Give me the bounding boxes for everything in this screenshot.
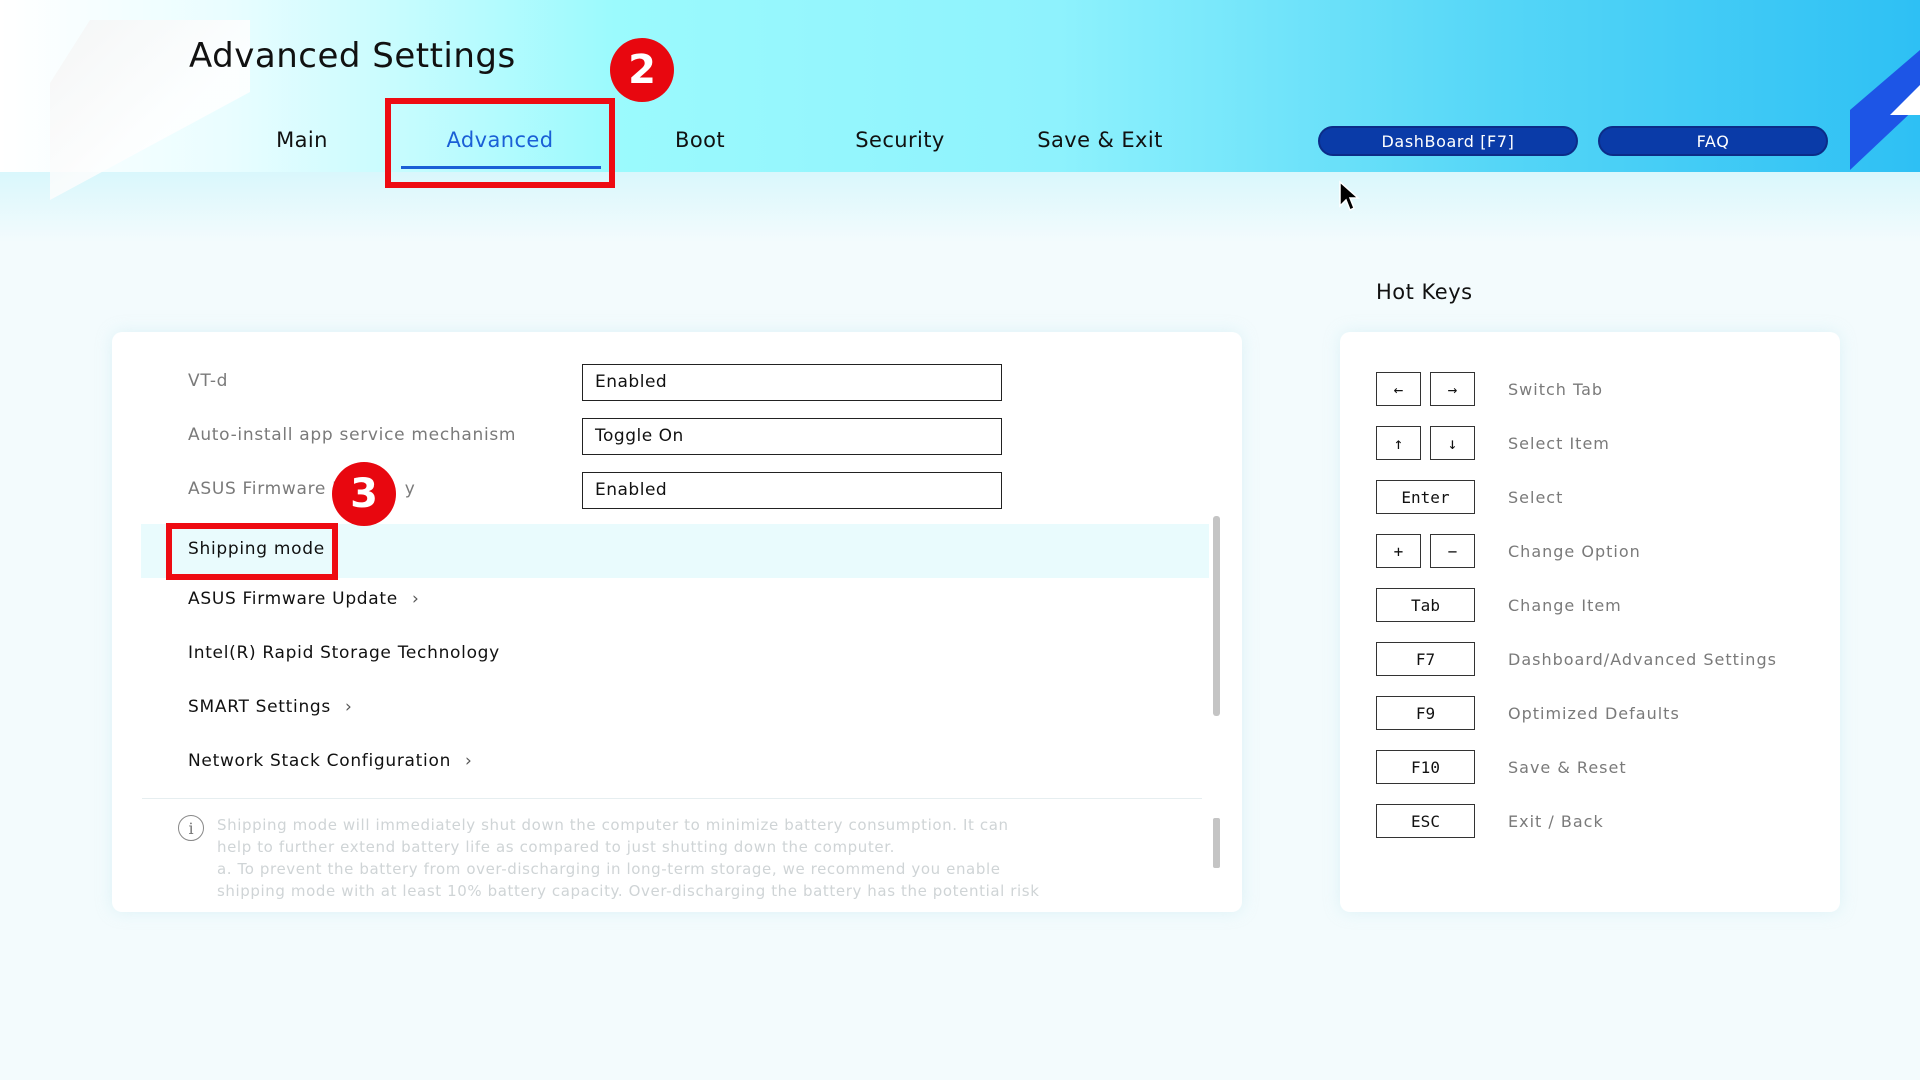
hotkey-row-select-item: ↑ ↓ Select Item — [1340, 426, 1840, 466]
chevron-right-icon: › — [344, 697, 353, 717]
help-line: a. To prevent the battery from over-disc… — [217, 860, 1001, 878]
arrow-right-key: → — [1430, 372, 1475, 406]
setting-row-auto-install[interactable]: Auto-install app service mechanism Toggl… — [112, 410, 1202, 464]
setting-row-smart-settings[interactable]: SMART Settings › — [112, 682, 1202, 736]
arrow-up-key: ↑ — [1376, 426, 1421, 460]
f7-key: F7 — [1376, 642, 1475, 676]
minus-key: − — [1430, 534, 1475, 568]
setting-row-network-stack[interactable]: Network Stack Configuration › — [112, 736, 1202, 790]
chevron-right-icon: › — [411, 589, 420, 609]
help-line: shipping mode with at least 10% battery … — [217, 882, 1040, 900]
tab-main[interactable]: Main — [272, 128, 332, 152]
tab-bar: Main Advanced Boot Security Save & Exit — [0, 112, 1300, 172]
annotation-box-shipping-mode — [166, 523, 338, 580]
hotkey-desc: Change Option — [1508, 542, 1641, 561]
hotkey-desc: Select — [1508, 488, 1564, 507]
hotkey-row-switch-tab: ← → Switch Tab — [1340, 372, 1840, 412]
setting-value-auto-install[interactable]: Toggle On — [582, 418, 1002, 455]
setting-value-vt-d[interactable]: Enabled — [582, 364, 1002, 401]
setting-row-asus-firmware-recovery[interactable]: ASUS Firmware Ry Enabled — [112, 464, 1202, 518]
annotation-badge-2: 2 — [610, 38, 674, 102]
hotkey-row-save-reset: F10 Save & Reset — [1340, 750, 1840, 790]
setting-label: SMART Settings › — [188, 697, 353, 717]
hotkeys-panel: ← → Switch Tab ↑ ↓ Select Item Enter Sel… — [1340, 332, 1840, 912]
hotkey-desc: Change Item — [1508, 596, 1622, 615]
enter-key: Enter — [1376, 480, 1475, 514]
help-divider — [142, 798, 1202, 799]
hotkey-row-change-item: Tab Change Item — [1340, 588, 1840, 628]
esc-key: ESC — [1376, 804, 1475, 838]
mouse-cursor-icon — [1339, 180, 1360, 212]
tab-key: Tab — [1376, 588, 1475, 622]
hotkey-row-exit-back: ESC Exit / Back — [1340, 804, 1840, 844]
plus-key: + — [1376, 534, 1421, 568]
help-text: Shipping mode will immediately shut down… — [217, 814, 1117, 902]
setting-label: ASUS Firmware Update › — [188, 589, 420, 609]
faq-button[interactable]: FAQ — [1598, 126, 1828, 156]
hotkey-row-select: Enter Select — [1340, 480, 1840, 520]
f10-key: F10 — [1376, 750, 1475, 784]
hotkey-desc: Dashboard/Advanced Settings — [1508, 650, 1777, 669]
setting-label: Intel(R) Rapid Storage Technology — [188, 643, 500, 663]
annotation-box-advanced-tab — [385, 98, 615, 188]
setting-label: Network Stack Configuration › — [188, 751, 473, 771]
help-scrollbar[interactable] — [1213, 818, 1220, 868]
setting-row-rapid-storage[interactable]: Intel(R) Rapid Storage Technology — [112, 628, 1202, 682]
help-line: Shipping mode will immediately shut down… — [217, 816, 1009, 834]
dashboard-button[interactable]: DashBoard [F7] — [1318, 126, 1578, 156]
settings-scrollbar[interactable] — [1213, 516, 1220, 716]
setting-row-vt-d[interactable]: VT-d Enabled — [112, 356, 1202, 410]
tab-save-exit[interactable]: Save & Exit — [1030, 128, 1170, 152]
hotkey-desc: Save & Reset — [1508, 758, 1627, 777]
annotation-badge-3: 3 — [332, 462, 396, 526]
arrow-left-key: ← — [1376, 372, 1421, 406]
tab-boot[interactable]: Boot — [660, 128, 740, 152]
hotkeys-title: Hot Keys — [1376, 280, 1473, 304]
help-line: help to further extend battery life as c… — [217, 838, 895, 856]
arrow-down-key: ↓ — [1430, 426, 1475, 460]
f9-key: F9 — [1376, 696, 1475, 730]
setting-label: Auto-install app service mechanism — [188, 425, 517, 445]
setting-label: VT-d — [188, 371, 229, 391]
hotkey-desc: Exit / Back — [1508, 812, 1604, 831]
hotkey-row-dashboard: F7 Dashboard/Advanced Settings — [1340, 642, 1840, 682]
hotkey-desc: Switch Tab — [1508, 380, 1604, 399]
setting-value-asus-firmware-recovery[interactable]: Enabled — [582, 472, 1002, 509]
hotkey-row-optimized-defaults: F9 Optimized Defaults — [1340, 696, 1840, 736]
info-icon: i — [178, 815, 204, 841]
tab-security[interactable]: Security — [845, 128, 955, 152]
hotkey-row-change-option: + − Change Option — [1340, 534, 1840, 574]
settings-panel: VT-d Enabled Auto-install app service me… — [112, 332, 1242, 912]
hotkey-desc: Optimized Defaults — [1508, 704, 1680, 723]
hotkey-desc: Select Item — [1508, 434, 1610, 453]
header-fade — [0, 172, 1920, 242]
chevron-right-icon: › — [465, 751, 473, 771]
page-title: Advanced Settings — [189, 36, 516, 76]
setting-row-asus-firmware-update[interactable]: ASUS Firmware Update › — [112, 574, 1202, 628]
